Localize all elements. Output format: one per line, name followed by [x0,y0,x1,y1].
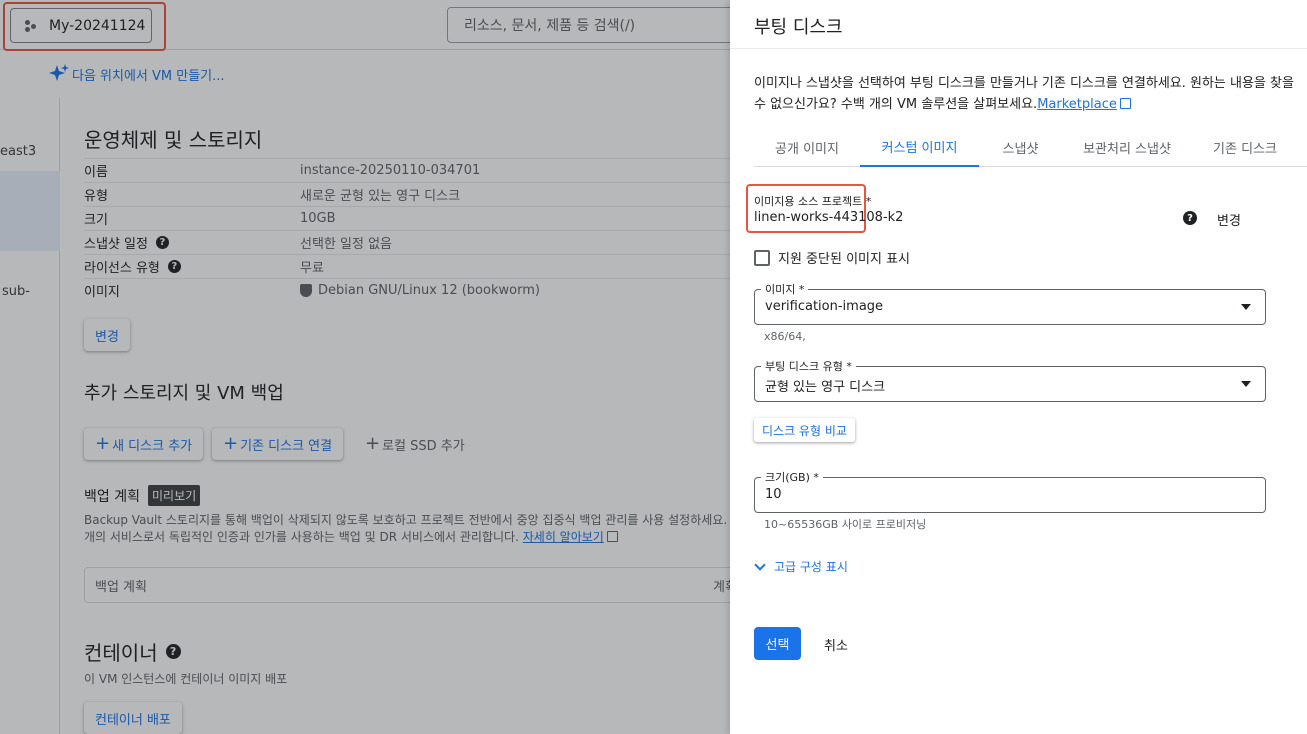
size-hint: 10~65536GB 사이로 프로비저닝 [764,518,927,531]
boot-disk-panel: 부팅 디스크 이미지나 스냅샷을 선택하여 부팅 디스크를 만들거나 기존 디스… [730,0,1307,734]
marketplace-link[interactable]: Marketplace [1037,97,1117,112]
tab-existing-disks[interactable]: 기존 디스크 [1192,128,1298,166]
image-source-tabs: 공개 이미지 커스텀 이미지 스냅샷 보관처리 스냅샷 기존 디스크 [754,128,1307,167]
image-value: verification-image [765,299,884,314]
tab-custom-images[interactable]: 커스텀 이미지 [860,128,979,167]
source-project-label: 이미지용 소스 프로젝트 * [754,195,872,208]
image-label: 이미지 * [761,281,809,297]
chevron-down-icon [754,558,766,571]
disk-type-label: 부팅 디스크 유형 * [761,358,856,374]
select-button[interactable]: 선택 [754,627,801,660]
panel-title: 부팅 디스크 [754,17,843,38]
source-project-value: linen-works-443108-k2 [754,210,904,225]
external-link-icon [1119,98,1131,109]
show-advanced-label: 고급 구성 표시 [774,560,848,574]
cancel-button[interactable]: 취소 [824,635,848,654]
image-hint: x86/64, [764,330,806,343]
tab-snapshots[interactable]: 스냅샷 [979,128,1062,166]
show-advanced-link[interactable]: 고급 구성 표시 [754,558,848,575]
dropdown-arrow-icon [1241,381,1251,387]
disk-type-select[interactable]: 부팅 디스크 유형 * 균형 있는 영구 디스크 [754,358,1266,402]
compare-disk-types-label: 디스크 유형 비교 [762,423,847,438]
size-label: 크기(GB) * [761,469,823,485]
size-input[interactable]: 크기(GB) * 10 [754,469,1266,513]
tab-archived-snapshots[interactable]: 보관처리 스냅샷 [1062,128,1192,166]
disk-type-value: 균형 있는 영구 디스크 [765,380,886,395]
tab-public-images[interactable]: 공개 이미지 [754,128,860,166]
show-deprecated-row[interactable]: 지원 중단된 이미지 표시 [754,248,910,267]
panel-description: 이미지나 스냅샷을 선택하여 부팅 디스크를 만들거나 기존 디스크를 연결하세… [754,73,1294,115]
dropdown-arrow-icon [1241,304,1251,310]
modal-scrim[interactable] [0,0,730,734]
image-select[interactable]: 이미지 * verification-image [754,281,1266,325]
show-deprecated-label: 지원 중단된 이미지 표시 [778,252,910,267]
compare-disk-types-button[interactable]: 디스크 유형 비교 [754,418,855,442]
show-deprecated-checkbox[interactable] [754,249,770,266]
change-project-link[interactable]: 변경 [1217,210,1241,229]
size-value: 10 [765,487,782,502]
help-icon[interactable]: ? [1183,211,1197,225]
divider [730,48,1307,49]
panel-desc-text: 이미지나 스냅샷을 선택하여 부팅 디스크를 만들거나 기존 디스크를 연결하세… [754,76,1294,112]
